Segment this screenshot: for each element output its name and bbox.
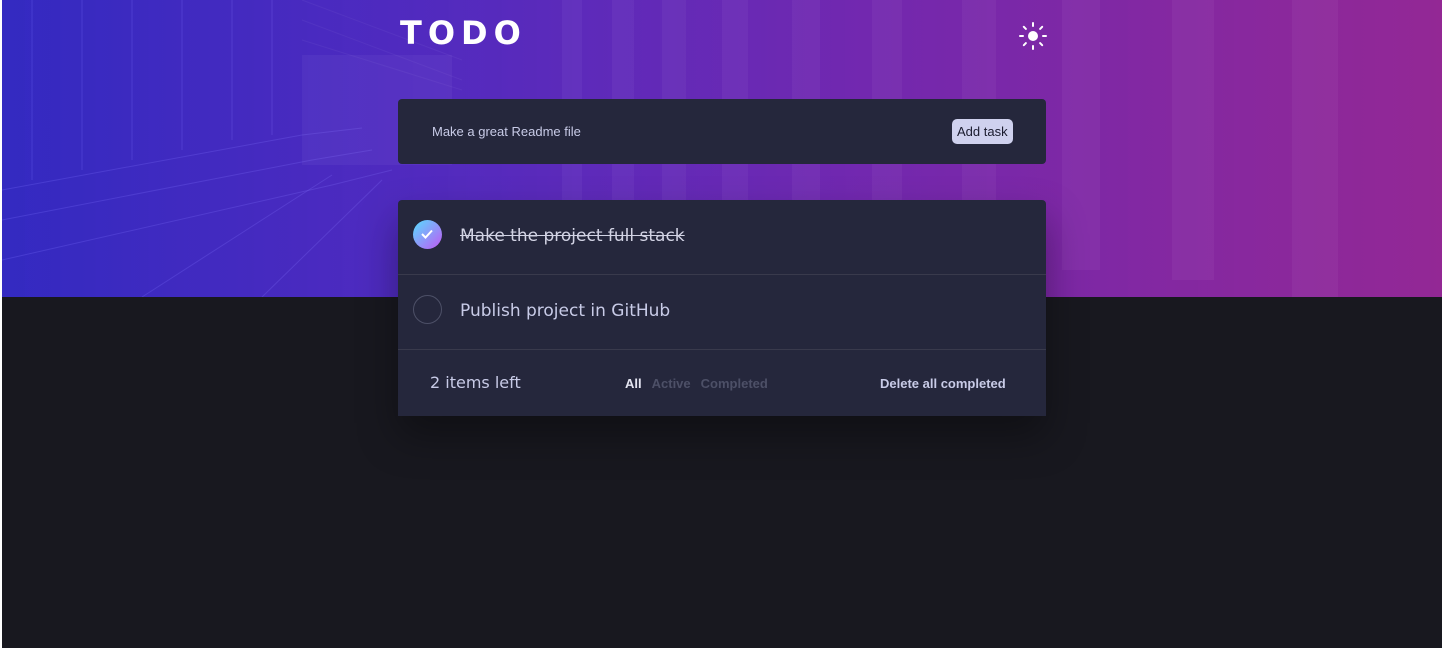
- new-task-form: Add task: [398, 99, 1046, 164]
- sun-icon: [1019, 22, 1047, 50]
- task-item: Publish project in GitHub: [398, 275, 1046, 350]
- task-checkbox-checked[interactable]: [413, 220, 442, 249]
- list-footer: 2 items left All Active Completed Delete…: [398, 350, 1046, 416]
- app-title: TODO: [400, 14, 527, 52]
- task-item: Make the project full stack: [398, 200, 1046, 275]
- items-left-count: 2 items left: [430, 373, 521, 392]
- filter-completed[interactable]: Completed: [701, 376, 768, 391]
- filter-active[interactable]: Active: [652, 376, 691, 391]
- filter-group: All Active Completed: [625, 376, 768, 391]
- task-text[interactable]: Publish project in GitHub: [460, 301, 670, 321]
- task-text[interactable]: Make the project full stack: [460, 226, 685, 246]
- new-task-input[interactable]: [432, 121, 932, 141]
- task-list: Make the project full stack Publish proj…: [398, 200, 1046, 416]
- filter-all[interactable]: All: [625, 376, 642, 391]
- delete-completed-button[interactable]: Delete all completed: [880, 376, 1006, 391]
- add-task-button[interactable]: Add task: [952, 119, 1013, 144]
- check-icon: [421, 229, 433, 239]
- theme-toggle-button[interactable]: [1018, 21, 1048, 51]
- task-checkbox[interactable]: [413, 295, 442, 324]
- app-page: TODO Add task: [2, 0, 1442, 648]
